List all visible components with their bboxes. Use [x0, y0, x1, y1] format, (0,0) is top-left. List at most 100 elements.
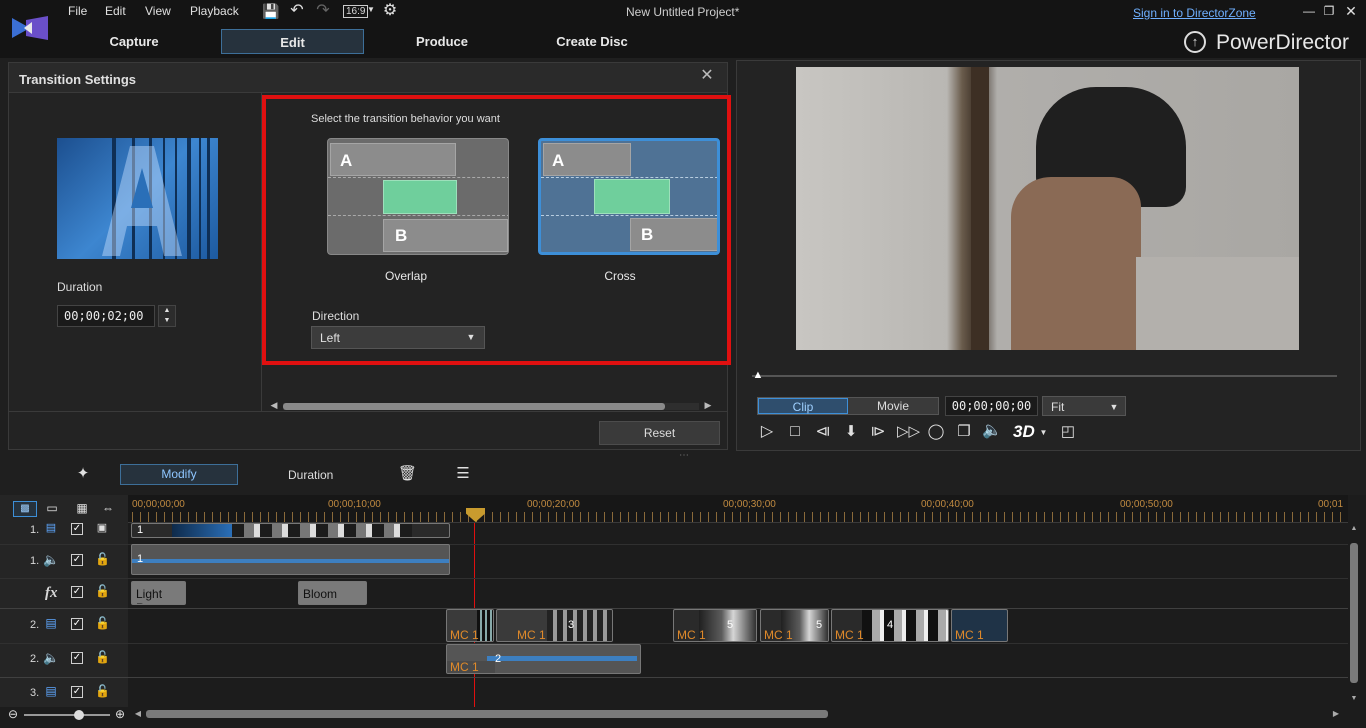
scroll-right-icon[interactable]: ▶ — [703, 401, 713, 410]
restore-icon[interactable]: ❐ — [1322, 5, 1336, 17]
aspect-ratio-select[interactable]: 16:9 — [343, 5, 369, 18]
tab-produce[interactable]: Produce — [396, 29, 488, 54]
minimize-icon[interactable]: — — [1302, 5, 1316, 17]
gear-icon[interactable]: ⚙ — [381, 3, 399, 19]
undo-icon[interactable]: ↶ — [288, 3, 306, 19]
transition-thumbnail — [57, 138, 218, 259]
zoom-slider[interactable] — [24, 714, 110, 716]
scrubber-handle[interactable]: ▲ — [752, 370, 764, 381]
zoom-in-icon[interactable]: ⊕ — [114, 708, 126, 720]
scroll-right-icon[interactable]: ▶ — [1332, 710, 1340, 718]
unlock-icon[interactable]: 🔓 — [95, 651, 110, 663]
chevron-down-icon[interactable]: ▼ — [367, 6, 375, 14]
track-label: 1. — [30, 555, 40, 567]
unlock-icon[interactable]: 🔓 — [95, 553, 110, 565]
chevron-up-icon[interactable]: ▲ — [162, 307, 172, 314]
video-clip[interactable]: MC 1 4 — [831, 609, 949, 642]
previous-frame-icon[interactable]: ⧏ — [814, 424, 832, 439]
menu-view[interactable]: View — [145, 4, 171, 18]
3d-button[interactable]: 3D — [1013, 422, 1035, 442]
storyboard-view-icon[interactable]: ▭ — [44, 502, 60, 514]
overlap-option[interactable]: A B — [327, 138, 509, 255]
scroll-left-icon[interactable]: ◀ — [269, 401, 279, 410]
more-options-icon[interactable]: ☰ — [455, 466, 471, 481]
clip-a-label: A — [552, 151, 565, 170]
track-enable-checkbox[interactable]: ✓ — [71, 586, 83, 598]
timecode-display[interactable]: 00;00;00;00 — [945, 396, 1038, 416]
track-enable-checkbox[interactable]: ✓ — [71, 523, 83, 535]
menu-playback[interactable]: Playback — [190, 4, 239, 18]
audio-clip[interactable]: MC 1 2 — [446, 644, 641, 674]
stop-icon[interactable]: □ — [787, 424, 803, 440]
audio-clip[interactable]: 1 — [131, 544, 450, 575]
lock-icon[interactable]: ▣ — [95, 523, 109, 534]
fx-clip-light-ray[interactable]: Light Ray — [131, 581, 186, 605]
video-clip[interactable]: MC 1 — [951, 609, 1008, 642]
v-scrollbar-thumb[interactable] — [1350, 543, 1358, 683]
video-clip[interactable]: MC 1 5 — [673, 609, 757, 642]
scroll-left-icon[interactable]: ◀ — [134, 710, 142, 718]
zoom-timeline-icon[interactable]: ⇔ — [100, 502, 116, 514]
duration-input[interactable]: 00;00;02;00 — [57, 305, 155, 327]
reset-button[interactable]: Reset — [599, 421, 720, 445]
video-clip[interactable]: MC 1 3 — [496, 609, 613, 642]
chevron-down-icon[interactable]: ▼ — [162, 317, 172, 324]
magic-tools-icon[interactable]: ✦ — [74, 466, 92, 481]
track-enable-checkbox[interactable]: ✓ — [71, 618, 83, 630]
trash-icon[interactable]: 🗑 — [398, 466, 417, 481]
fx-track-label: fx — [45, 585, 58, 601]
next-frame-icon[interactable]: ⧐ — [869, 424, 887, 439]
timeline-view-button[interactable]: ▩ — [13, 501, 37, 517]
fx-clip-bloom[interactable]: Bloom — [298, 581, 367, 605]
split-icon[interactable]: ⬇ — [842, 424, 860, 439]
zoom-select[interactable]: Fit ▼ — [1042, 396, 1126, 416]
signin-link[interactable]: Sign in to DirectorZone — [1133, 6, 1256, 20]
clip-b-label: B — [395, 226, 408, 245]
upgrade-icon[interactable]: ↑ — [1184, 31, 1206, 53]
menu-file[interactable]: File — [68, 4, 87, 18]
modify-button[interactable]: Modify — [120, 464, 238, 485]
unlock-icon[interactable]: 🔓 — [95, 617, 110, 629]
zoom-slider-handle[interactable] — [74, 710, 84, 720]
play-icon[interactable]: ▷ — [759, 424, 775, 440]
chevron-down-icon[interactable]: ▼ — [1039, 429, 1048, 437]
duration-button[interactable]: Duration — [288, 468, 333, 482]
volume-icon[interactable]: 🔈 — [982, 423, 1002, 439]
track-enable-checkbox[interactable]: ✓ — [71, 554, 83, 566]
track-enable-checkbox[interactable]: ✓ — [71, 686, 83, 698]
duration-stepper[interactable]: ▲ ▼ — [158, 305, 176, 327]
v-scrollbar-track[interactable]: ▲ ▼ — [1348, 523, 1360, 707]
scroll-up-icon[interactable]: ▲ — [1350, 525, 1358, 532]
clip-label: MC 1 — [450, 660, 479, 674]
tab-create-disc[interactable]: Create Disc — [540, 29, 644, 54]
panel-splitter-handle[interactable]: ⋯ — [674, 451, 694, 461]
track-enable-checkbox[interactable]: ✓ — [71, 652, 83, 664]
h-scrollbar-thumb[interactable] — [283, 403, 665, 410]
cross-option[interactable]: A B — [538, 138, 720, 255]
close-icon[interactable]: ✕ — [699, 68, 715, 84]
h-scrollbar-track[interactable] — [283, 403, 699, 410]
video-clip[interactable]: MC 1 — [446, 609, 494, 642]
direction-select[interactable]: Left ▼ — [311, 326, 485, 349]
save-icon[interactable]: 💾 — [262, 4, 279, 18]
fullscreen-icon[interactable]: ◰ — [1059, 424, 1077, 439]
fast-forward-icon[interactable]: ▷▷ — [897, 424, 920, 439]
preview-scrubber[interactable] — [752, 375, 1337, 377]
snapshot-icon[interactable]: ◯ — [927, 424, 945, 439]
unlock-icon[interactable]: 🔓 — [95, 585, 110, 597]
clip-mode-button[interactable]: Clip — [758, 398, 848, 414]
timeline-h-scrollbar[interactable] — [146, 710, 1326, 718]
video-clip[interactable]: MC 1 5 — [760, 609, 829, 642]
video-clip[interactable]: 1 — [131, 523, 450, 538]
close-icon[interactable]: ✕ — [1344, 4, 1358, 18]
unlock-icon[interactable]: 🔓 — [95, 685, 110, 697]
tab-edit[interactable]: Edit — [221, 29, 364, 54]
zoom-out-icon[interactable]: ⊖ — [7, 708, 19, 720]
tab-capture[interactable]: Capture — [88, 29, 180, 54]
fit-timeline-icon[interactable]: ▦ — [74, 502, 90, 514]
undock-icon[interactable]: ❐ — [955, 424, 973, 439]
timeline-h-scrollbar-thumb[interactable] — [146, 710, 828, 718]
movie-mode-button[interactable]: Movie — [848, 398, 938, 414]
scroll-down-icon[interactable]: ▼ — [1350, 695, 1358, 702]
menu-edit[interactable]: Edit — [105, 4, 126, 18]
